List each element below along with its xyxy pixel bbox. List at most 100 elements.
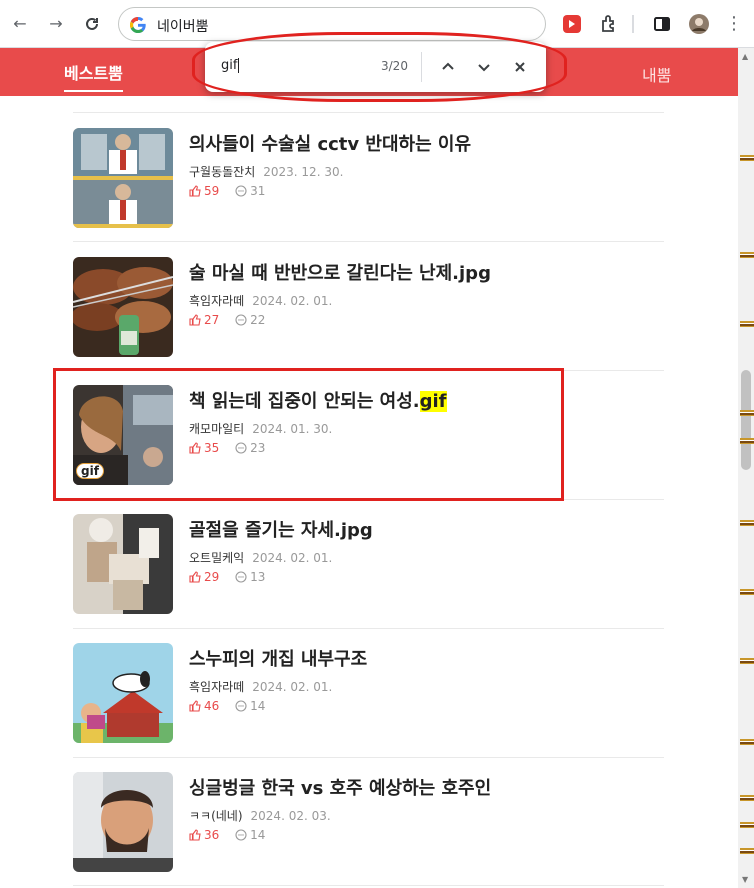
address-bar[interactable]: 네이버뿜 [118,7,546,41]
edge-artifact [740,589,754,595]
post-meta: 캐모마일티 2024. 01. 30. [189,420,332,437]
forward-icon[interactable]: → [44,12,68,36]
scroll-down-icon[interactable]: ▼ [742,875,748,884]
post-list: 의사들이 수술실 cctv 반대하는 이유 구월동돌잔치 2023. 12. 30… [0,96,738,888]
divider [73,499,664,500]
post-author: 흑임자라떼 [189,680,245,694]
divider [73,370,664,371]
post-author: 오트밀케익 [189,551,245,565]
scroll-up-icon[interactable]: ▲ [742,52,748,61]
post-thumbnail[interactable] [73,128,173,228]
thumbs-up-icon [189,829,201,841]
comment-count: 14 [235,828,265,842]
edge-artifact [740,520,754,526]
post-date: 2024. 02. 03. [250,809,331,823]
close-icon [515,62,525,72]
list-item[interactable]: 싱글벙글 한국 vs 호주 예상하는 호주인 ㅋㅋ(네네) 2024. 02. 0… [73,772,664,872]
post-title[interactable]: 스누피의 개집 내부구조 [189,645,367,671]
post-thumbnail[interactable] [73,514,173,614]
edge-artifact [740,658,754,664]
post-date: 2024. 01. 30. [252,422,333,436]
post-title[interactable]: 싱글벙글 한국 vs 호주 예상하는 호주인 [189,774,491,800]
find-match-count: 3/20 [381,59,408,73]
divider [73,241,664,242]
scrollbar[interactable]: ▲ ▼ [738,48,754,888]
comment-count: 22 [235,313,265,327]
thumbs-up-icon [189,700,201,712]
post-title[interactable]: 의사들이 수술실 cctv 반대하는 이유 [189,130,471,156]
profile-avatar[interactable] [687,12,711,36]
post-thumbnail[interactable]: gif [73,385,173,485]
browser-toolbar: ← → 네이버뿜 ⋮ [0,0,754,48]
edge-artifact [740,848,754,854]
post-thumbnail[interactable] [73,772,173,872]
address-text: 네이버뿜 [157,19,209,35]
comment-count: 14 [235,699,265,713]
divider [73,628,664,629]
tab-mine[interactable]: 내뿜 [642,62,671,86]
post-title[interactable]: 골절을 즐기는 자세.jpg [189,516,373,542]
post-author: 구월동돌잔치 [189,165,256,179]
side-panel-icon[interactable] [650,12,674,36]
like-count: 46 [189,699,219,713]
edge-artifact [740,822,754,828]
post-meta: 흑임자라떼 2024. 02. 01. [189,678,332,695]
post-author: 흑임자라떼 [189,294,245,308]
post-thumbnail[interactable] [73,257,173,357]
post-date: 2024. 02. 01. [252,680,333,694]
post-stats: 59 31 [189,184,265,198]
post-meta: 오트밀케익 2024. 02. 01. [189,549,332,566]
edge-artifact [740,252,754,258]
menu-icon[interactable]: ⋮ [722,12,746,36]
post-date: 2024. 02. 01. [252,294,333,308]
post-title[interactable]: 책 읽는데 집중이 안되는 여성.gif [189,387,447,413]
back-icon[interactable]: ← [8,12,32,36]
comment-count: 31 [235,184,265,198]
chevron-up-icon [442,62,454,70]
edge-artifact [740,155,754,161]
post-meta: 흑임자라떼 2024. 02. 01. [189,292,332,309]
post-author: 캐모마일티 [189,422,245,436]
chevron-down-icon [478,64,490,72]
divider [73,885,664,886]
comment-count: 23 [235,441,265,455]
list-item[interactable]: gif 책 읽는데 집중이 안되는 여성.gif 캐모마일티 2024. 01. … [73,385,664,485]
comment-icon [235,314,247,326]
scroll-thumb[interactable] [741,370,751,470]
post-stats: 29 13 [189,570,265,584]
post-meta: ㅋㅋ(네네) 2024. 02. 03. [189,807,331,824]
like-count: 36 [189,828,219,842]
reload-icon[interactable] [80,12,104,36]
post-stats: 35 23 [189,441,265,455]
find-divider [421,52,422,82]
find-next-button[interactable] [472,55,496,79]
list-item[interactable]: 술 마실 때 반반으로 갈린다는 난제.jpg 흑임자라떼 2024. 02. 0… [73,257,664,357]
post-date: 2024. 02. 01. [252,551,333,565]
post-title[interactable]: 술 마실 때 반반으로 갈린다는 난제.jpg [189,259,491,285]
post-thumbnail[interactable] [73,643,173,743]
post-author: ㅋㅋ(네네) [189,809,243,823]
list-item[interactable]: 스누피의 개집 내부구조 흑임자라떼 2024. 02. 01. 46 14 [73,643,664,743]
edge-artifact [740,795,754,801]
list-item[interactable]: 의사들이 수술실 cctv 반대하는 이유 구월동돌잔치 2023. 12. 30… [73,128,664,228]
like-count: 27 [189,313,219,327]
toolbar-divider [632,15,634,33]
thumbs-up-icon [189,442,201,454]
post-stats: 36 14 [189,828,265,842]
find-close-button[interactable] [508,55,532,79]
extension-red-icon[interactable] [560,12,584,36]
edge-artifact [740,321,754,327]
thumbs-up-icon [189,314,201,326]
thumbs-up-icon [189,571,201,583]
thumbs-up-icon [189,185,201,197]
list-item[interactable]: 골절을 즐기는 자세.jpg 오트밀케익 2024. 02. 01. 29 13 [73,514,664,614]
tab-best[interactable]: 베스트뿜 [64,60,123,92]
find-input[interactable]: gif [221,58,240,73]
google-icon [130,17,146,33]
comment-icon [235,829,247,841]
edge-artifact [740,438,754,444]
post-stats: 27 22 [189,313,265,327]
find-previous-button[interactable] [436,55,460,79]
comment-icon [235,700,247,712]
extensions-puzzle-icon[interactable] [597,12,621,36]
